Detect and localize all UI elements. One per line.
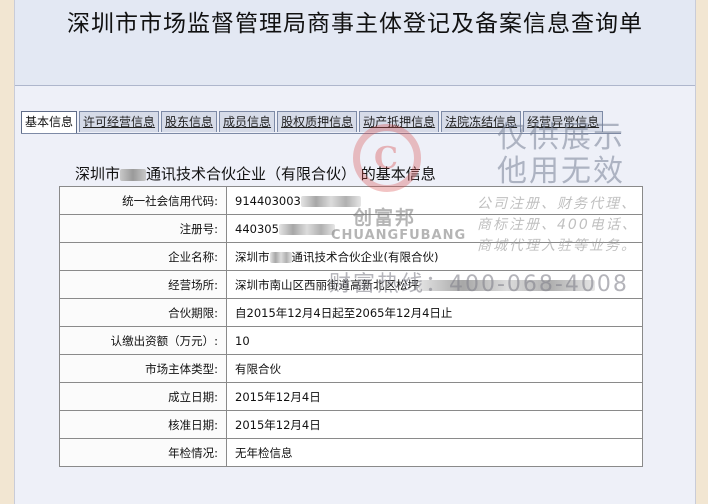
field-label: 成立日期: — [59, 382, 227, 411]
credit-code-value: 914403003 — [235, 193, 301, 208]
field-label: 企业名称: — [59, 242, 227, 271]
basic-info-table: 统一社会信用代码: 914403003 注册号: 440305 企业名称: 深圳… — [59, 186, 643, 467]
tab-equity-pledge-info[interactable]: 股权质押信息 — [277, 111, 358, 132]
tab-license-info[interactable]: 许可经营信息 — [79, 111, 160, 132]
table-row: 市场主体类型: 有限合伙 — [59, 354, 643, 383]
watermark-line2: 他用无效 — [497, 154, 625, 189]
field-label: 合伙期限: — [59, 298, 227, 327]
partnership-term-value: 自2015年12月4日起至2065年12月4日止 — [226, 298, 643, 327]
annual-inspection-value: 无年检信息 — [226, 438, 643, 467]
table-row: 经营场所: 深圳市南山区西丽街道高新北区松坪 — [59, 270, 643, 299]
approval-date-value: 2015年12月4日 — [226, 410, 643, 439]
tab-basic-info[interactable]: 基本信息 — [21, 111, 78, 133]
table-row: 核准日期: 2015年12月4日 — [59, 410, 643, 439]
field-label: 年检情况: — [59, 438, 227, 467]
section-title-prefix: 深圳市 — [75, 165, 121, 183]
subscribed-capital-value: 10 — [226, 326, 643, 355]
table-row: 年检情况: 无年检信息 — [59, 438, 643, 467]
redacted-text — [300, 195, 361, 207]
company-name-suffix: 通讯技术合伙企业(有限合伙) — [291, 249, 439, 264]
tab-member-info[interactable]: 成员信息 — [219, 111, 276, 132]
document-frame: 深圳市市场监督管理局商事主体登记及备案信息查询单 基本信息 许可经营信息 股东信… — [14, 0, 696, 504]
section-title: 深圳市 通讯技术合伙企业（有限合伙） 的基本信息 — [75, 163, 436, 184]
tab-abnormal-operation-info[interactable]: 经营异常信息 — [523, 111, 604, 132]
field-value: 914403003 — [226, 186, 643, 215]
field-value: 440305 — [226, 214, 643, 243]
table-row: 注册号: 440305 — [59, 214, 643, 243]
field-label: 核准日期: — [59, 410, 227, 439]
redacted-text — [269, 251, 292, 263]
business-address-value: 深圳市南山区西丽街道高新北区松坪 — [235, 277, 419, 292]
page-title: 深圳市市场监督管理局商事主体登记及备案信息查询单 — [67, 11, 643, 37]
company-name-prefix: 深圳市 — [235, 249, 270, 264]
tab-chattel-mortgage-info[interactable]: 动产抵押信息 — [359, 111, 440, 132]
tab-court-freeze-info[interactable]: 法院冻结信息 — [441, 111, 522, 132]
field-label: 注册号: — [59, 214, 227, 243]
header-panel: 深圳市市场监督管理局商事主体登记及备案信息查询单 — [15, 0, 695, 86]
field-label: 经营场所: — [59, 270, 227, 299]
tab-shareholder-info[interactable]: 股东信息 — [161, 111, 218, 132]
redacted-text — [278, 223, 335, 235]
field-label: 市场主体类型: — [59, 354, 227, 383]
field-label: 统一社会信用代码: — [59, 186, 227, 215]
field-label: 认缴出资额（万元）: — [59, 326, 227, 355]
establishment-date-value: 2015年12月4日 — [226, 382, 643, 411]
redacted-text — [120, 168, 147, 181]
entity-type-value: 有限合伙 — [226, 354, 643, 383]
table-row: 成立日期: 2015年12月4日 — [59, 382, 643, 411]
table-row: 企业名称: 深圳市 通讯技术合伙企业(有限合伙) — [59, 242, 643, 271]
registration-number-value: 440305 — [235, 221, 279, 236]
redacted-text — [419, 279, 595, 291]
table-row: 统一社会信用代码: 914403003 — [59, 186, 643, 215]
table-row: 认缴出资额（万元）: 10 — [59, 326, 643, 355]
field-value: 深圳市 通讯技术合伙企业(有限合伙) — [226, 242, 643, 271]
field-value: 深圳市南山区西丽街道高新北区松坪 — [226, 270, 643, 299]
tab-bar: 基本信息 许可经营信息 股东信息 成员信息 股权质押信息 动产抵押信息 法院冻结… — [21, 111, 621, 134]
table-row: 合伙期限: 自2015年12月4日起至2065年12月4日止 — [59, 298, 643, 327]
section-title-suffix: 通讯技术合伙企业（有限合伙） 的基本信息 — [146, 165, 436, 183]
